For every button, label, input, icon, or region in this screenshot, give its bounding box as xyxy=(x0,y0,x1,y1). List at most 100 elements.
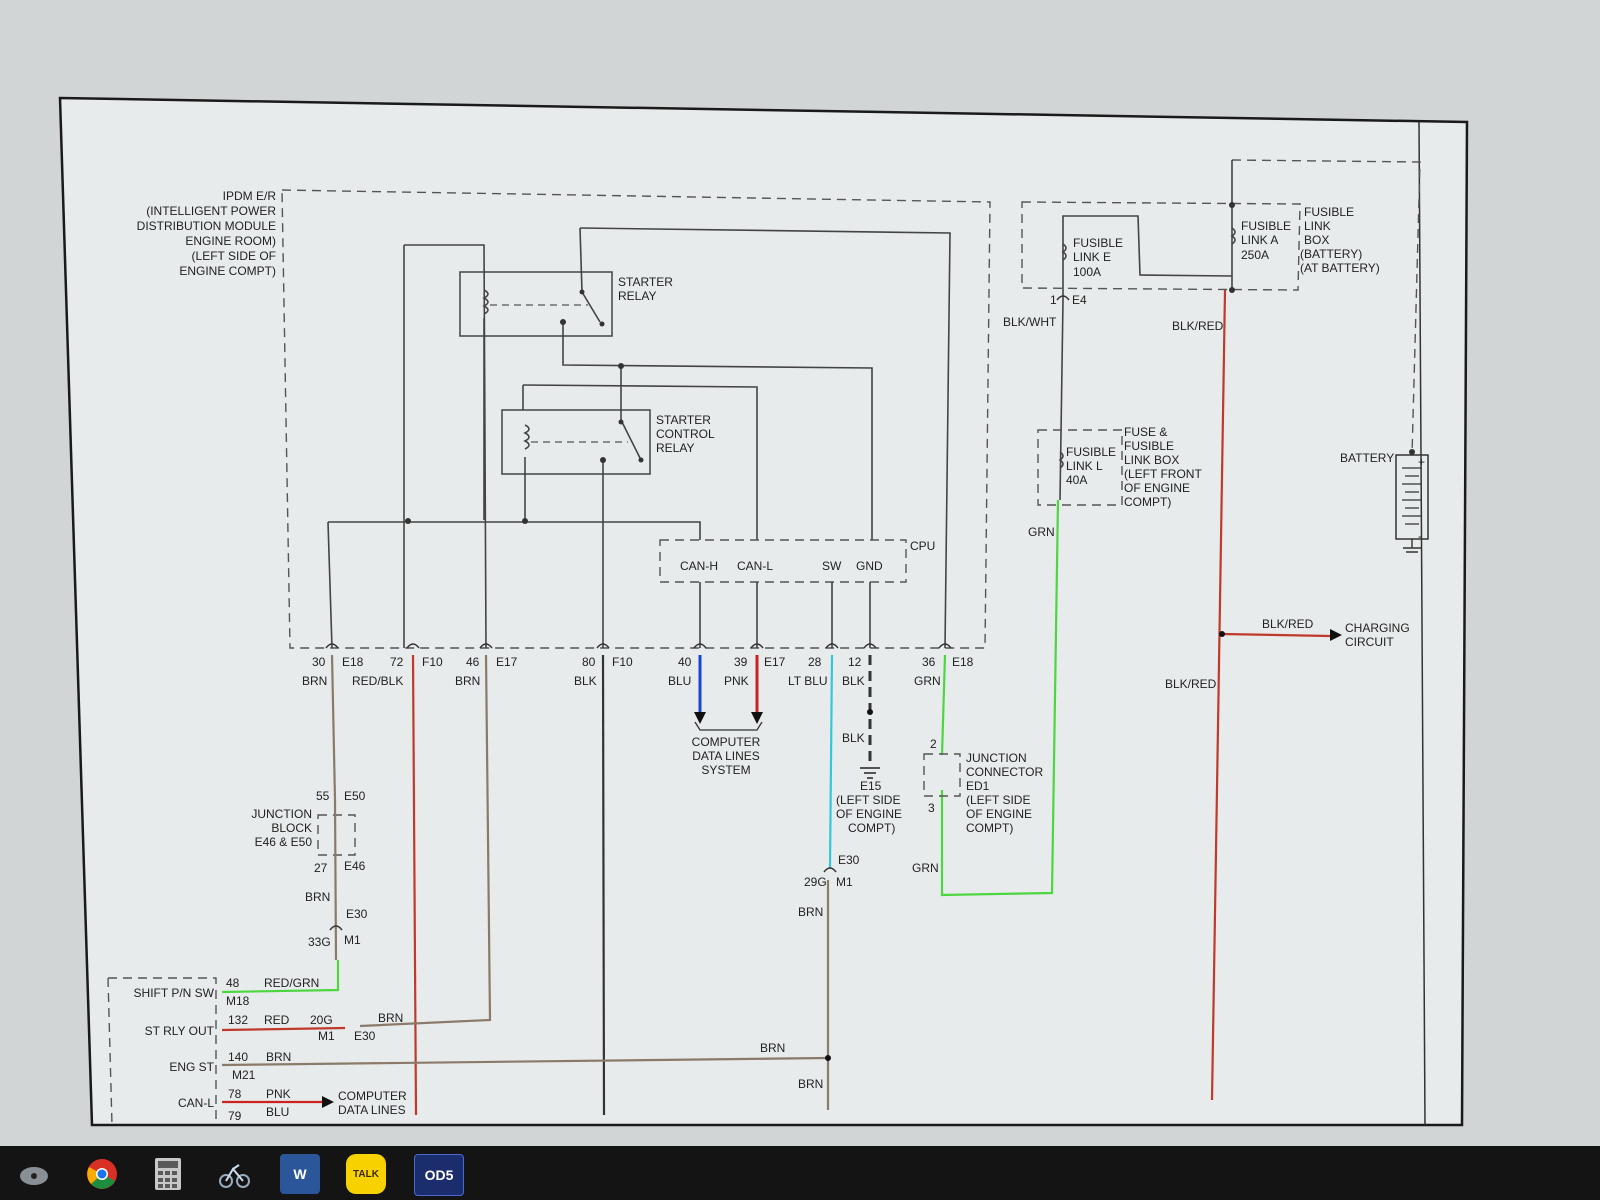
svg-text:(LEFT SIDE: (LEFT SIDE xyxy=(836,793,900,807)
cpu-pin-sw: SW xyxy=(822,559,842,573)
computer-data-lines-label: COMPUTER DATA LINES SYSTEM xyxy=(692,735,761,777)
svg-text:20G: 20G xyxy=(310,1013,333,1027)
svg-text:79: 79 xyxy=(228,1109,242,1123)
svg-text:250A: 250A xyxy=(1241,248,1269,262)
svg-text:78: 78 xyxy=(228,1087,242,1101)
svg-text:BOX: BOX xyxy=(1304,233,1329,247)
svg-text:FUSIBLE: FUSIBLE xyxy=(1241,219,1291,233)
wiring-diagram: IPDM E/R (INTELLIGENT POWER DISTRIBUTION… xyxy=(58,96,1469,1127)
svg-text:ENG ST: ENG ST xyxy=(169,1060,214,1074)
svg-text:ST RLY OUT: ST RLY OUT xyxy=(145,1024,215,1038)
svg-text:36: 36 xyxy=(922,655,936,669)
svg-text:RED: RED xyxy=(264,1013,290,1027)
calculator-icon-graphic xyxy=(155,1158,181,1190)
svg-text:BLK: BLK xyxy=(574,674,597,688)
svg-text:OF ENGINE: OF ENGINE xyxy=(1124,481,1190,495)
svg-text:CHARGING: CHARGING xyxy=(1345,621,1410,635)
svg-text:RED/GRN: RED/GRN xyxy=(264,976,319,990)
svg-text:(AT BATTERY): (AT BATTERY) xyxy=(1300,261,1380,275)
svg-text:GRN: GRN xyxy=(914,674,941,688)
svg-text:ENGINE ROOM): ENGINE ROOM) xyxy=(185,234,276,248)
svg-text:48: 48 xyxy=(226,976,240,990)
rider-icon[interactable] xyxy=(214,1154,254,1194)
svg-text:M18: M18 xyxy=(226,994,250,1008)
svg-text:DISTRIBUTION MODULE: DISTRIBUTION MODULE xyxy=(137,219,276,233)
svg-text:CONNECTOR: CONNECTOR xyxy=(966,765,1043,779)
svg-text:OF ENGINE: OF ENGINE xyxy=(966,807,1032,821)
svg-text:1: 1 xyxy=(1050,293,1057,307)
svg-text:BRN: BRN xyxy=(798,905,823,919)
svg-text:E46 & E50: E46 & E50 xyxy=(255,835,313,849)
svg-text:BRN: BRN xyxy=(302,674,327,688)
svg-text:72: 72 xyxy=(390,655,404,669)
svg-text:(LEFT SIDE OF: (LEFT SIDE OF xyxy=(192,249,276,263)
svg-text:(INTELLIGENT POWER: (INTELLIGENT POWER xyxy=(146,204,276,218)
svg-text:PNK: PNK xyxy=(724,674,749,688)
svg-text:E4: E4 xyxy=(1072,293,1087,307)
odis-icon[interactable]: OD5 xyxy=(414,1154,464,1196)
svg-text:FUSIBLE: FUSIBLE xyxy=(1124,439,1174,453)
svg-text:BLU: BLU xyxy=(668,674,691,688)
svg-text:COMPUTER: COMPUTER xyxy=(338,1089,407,1103)
svg-text:(LEFT FRONT: (LEFT FRONT xyxy=(1124,467,1202,481)
wire-label-blk-wht: BLK/WHT xyxy=(1003,315,1057,329)
svg-text:BRN: BRN xyxy=(455,674,480,688)
svg-text:28: 28 xyxy=(808,655,822,669)
svg-text:CIRCUIT: CIRCUIT xyxy=(1345,635,1394,649)
svg-text:M21: M21 xyxy=(232,1068,256,1082)
svg-text:100A: 100A xyxy=(1073,265,1101,279)
svg-text:JUNCTION: JUNCTION xyxy=(966,751,1027,765)
chrome-icon[interactable] xyxy=(82,1154,122,1194)
svg-text:JUNCTION: JUNCTION xyxy=(251,807,312,821)
calculator-icon[interactable] xyxy=(148,1154,188,1194)
svg-text:E30: E30 xyxy=(354,1029,376,1043)
svg-text:E30: E30 xyxy=(838,853,860,867)
svg-text:RELAY: RELAY xyxy=(618,289,656,303)
svg-text:LT BLU: LT BLU xyxy=(788,674,828,688)
svg-text:SYSTEM: SYSTEM xyxy=(701,763,750,777)
svg-text:OF ENGINE: OF ENGINE xyxy=(836,807,902,821)
svg-text:DATA LINES: DATA LINES xyxy=(692,749,760,763)
svg-text:FUSE &: FUSE & xyxy=(1124,425,1167,439)
svg-text:BLK: BLK xyxy=(842,731,865,745)
svg-text:46: 46 xyxy=(466,655,480,669)
talk-icon-label: TALK xyxy=(353,1168,379,1180)
svg-text:ED1: ED1 xyxy=(966,779,990,793)
odis-icon-label: OD5 xyxy=(424,1167,454,1183)
svg-text:F10: F10 xyxy=(422,655,443,669)
starter-relay-label: STARTER xyxy=(618,275,673,289)
svg-text:27: 27 xyxy=(314,861,328,875)
svg-text:DATA LINES: DATA LINES xyxy=(338,1103,406,1117)
svg-text:CONTROL: CONTROL xyxy=(656,427,715,441)
svg-text:FUSIBLE: FUSIBLE xyxy=(1073,236,1123,250)
svg-text:E17: E17 xyxy=(496,655,518,669)
svg-text:E50: E50 xyxy=(344,789,366,803)
svg-text:LINK BOX: LINK BOX xyxy=(1124,453,1179,467)
svg-text:RED/BLK: RED/BLK xyxy=(352,674,403,688)
svg-text:BLU: BLU xyxy=(266,1105,289,1119)
svg-text:(BATTERY): (BATTERY) xyxy=(1300,247,1362,261)
svg-text:E17: E17 xyxy=(764,655,786,669)
svg-text:ENGINE COMPT): ENGINE COMPT) xyxy=(179,264,276,278)
cpu-label: CPU xyxy=(910,539,935,553)
svg-text:BLK/RED: BLK/RED xyxy=(1165,677,1217,691)
svg-text:30: 30 xyxy=(312,655,326,669)
chrome-icon-graphic xyxy=(87,1159,117,1189)
svg-text:80: 80 xyxy=(582,655,596,669)
svg-text:LINK E: LINK E xyxy=(1073,250,1111,264)
svg-text:39: 39 xyxy=(734,655,748,669)
svg-text:40A: 40A xyxy=(1066,473,1087,487)
taskbar: W TALK OD5 xyxy=(0,1146,1600,1200)
disc-icon[interactable] xyxy=(14,1154,54,1194)
wire-label-blk-red: BLK/RED xyxy=(1172,319,1224,333)
svg-text:BLOCK: BLOCK xyxy=(271,821,312,835)
svg-text:SHIFT P/N SW: SHIFT P/N SW xyxy=(134,986,215,1000)
word-icon[interactable]: W xyxy=(280,1154,320,1194)
svg-text:GRN: GRN xyxy=(912,861,939,875)
svg-text:E46: E46 xyxy=(344,859,366,873)
battery-label: BATTERY xyxy=(1340,451,1394,465)
svg-text:M1: M1 xyxy=(836,875,853,889)
talk-icon[interactable]: TALK xyxy=(346,1154,386,1194)
svg-text:BRN: BRN xyxy=(378,1011,403,1025)
cpu-pin-gnd: GND xyxy=(856,559,883,573)
